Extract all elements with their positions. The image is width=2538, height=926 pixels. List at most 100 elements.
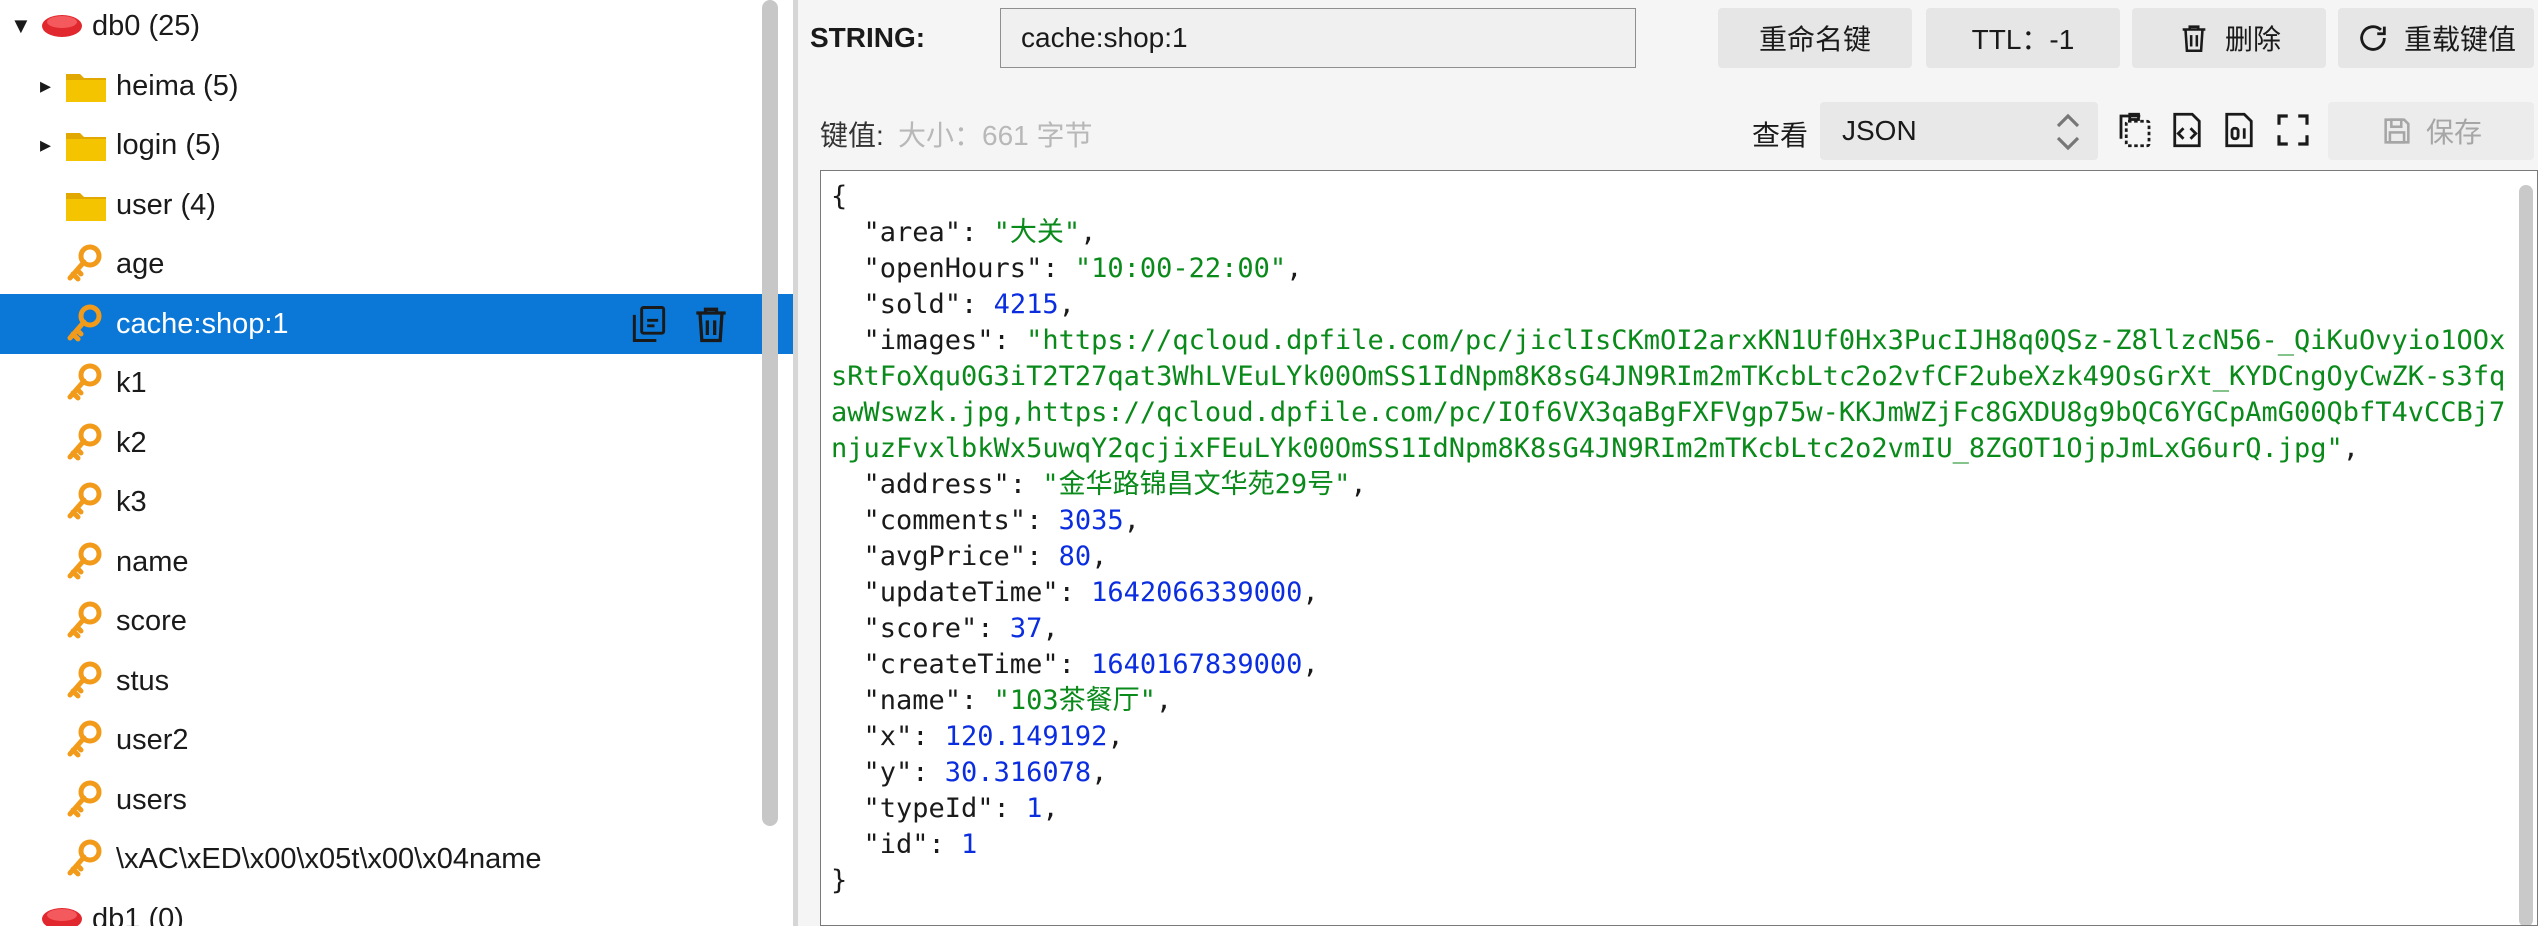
key-icon	[64, 363, 108, 403]
json-line: "area": "大关",	[831, 215, 2511, 251]
tree-row-label: age	[116, 248, 165, 281]
json-token: "comments":	[831, 505, 1059, 536]
tree-folder-row[interactable]: ▸ heima (5)	[0, 56, 793, 116]
rename-key-button[interactable]: 重命名键	[1718, 8, 1912, 68]
key-icon	[64, 482, 108, 522]
key-icon	[64, 423, 108, 463]
tree-key-row[interactable]: users	[0, 770, 793, 830]
tree-key-row[interactable]: \xAC\xED\x00\x05t\x00\x04name	[0, 829, 793, 889]
tree-key-row[interactable]: score	[0, 591, 793, 651]
json-token: ,	[1058, 289, 1075, 320]
expand-toggle-icon[interactable]: ▸	[40, 134, 51, 156]
tree-folder-row[interactable]: ▸ login (5)	[0, 115, 793, 175]
json-token: "address":	[831, 469, 1043, 500]
reload-button[interactable]: 重载键值	[2338, 8, 2534, 68]
tree-database-row[interactable]: ▼ db0 (25)	[0, 0, 793, 56]
folder-icon	[64, 185, 108, 225]
tree-row-label: name	[116, 545, 189, 578]
json-token: "sold":	[831, 289, 994, 320]
tree-folder-row[interactable]: user (4)	[0, 175, 793, 235]
json-token: ,	[1107, 721, 1124, 752]
expand-toggle-icon[interactable]: ▼	[10, 15, 32, 37]
tree-row-label: login (5)	[116, 129, 221, 162]
code-format-icon[interactable]	[2166, 108, 2208, 152]
json-token: "id":	[831, 829, 962, 860]
json-token: "score":	[831, 613, 1010, 644]
save-icon	[2384, 118, 2410, 144]
tree-key-row[interactable]: age	[0, 234, 793, 294]
tree-key-row[interactable]: k1	[0, 353, 793, 413]
fullscreen-icon[interactable]	[2272, 108, 2314, 152]
json-token: ,	[1123, 505, 1140, 536]
tree-row-label: score	[116, 605, 187, 638]
json-number: 3035	[1058, 505, 1124, 536]
trash-icon[interactable]	[689, 302, 733, 346]
json-line: "address": "金华路锦昌文华苑29号",	[831, 467, 2511, 503]
key-name-input[interactable]: cache:shop:1	[1000, 8, 1636, 68]
binary-format-icon[interactable]	[2218, 108, 2260, 152]
json-line: "sold": 4215,	[831, 287, 2511, 323]
tree-row-label: db0 (25)	[92, 10, 201, 42]
json-line: "createTime": 1640167839000,	[831, 647, 2511, 683]
folder-icon	[64, 66, 108, 106]
json-line: "x": 120.149192,	[831, 719, 2511, 755]
json-number: 1642066339000	[1091, 577, 1303, 608]
json-line: "openHours": "10:00-22:00",	[831, 251, 2511, 287]
json-token: {	[831, 181, 848, 212]
key-type-label: STRING:	[810, 22, 926, 53]
tree-database-row[interactable]: db1 (0)	[0, 889, 793, 926]
tree-key-row[interactable]: name	[0, 532, 793, 592]
json-number: 4215	[993, 289, 1059, 320]
tree-key-row[interactable]: user2	[0, 710, 793, 770]
json-string: "10:00-22:00"	[1074, 253, 1287, 284]
json-line: sRtFoXqu0G3iT2T27qat3WhLVEuLYk00OmSS1IdN…	[831, 359, 2511, 395]
json-number: 37	[1009, 613, 1043, 644]
json-token: ,	[1286, 253, 1303, 284]
json-line: "comments": 3035,	[831, 503, 2511, 539]
value-editor[interactable]: { "area": "大关", "openHours": "10:00-22:0…	[820, 170, 2538, 926]
rename-key-label: 重命名键	[1758, 24, 1871, 55]
format-select[interactable]: JSON	[1820, 102, 2098, 160]
json-token: ,	[1155, 685, 1173, 716]
json-string: "金华路锦昌文华苑29号"	[1042, 469, 1351, 500]
tree-row-label: user (4)	[116, 188, 216, 221]
tree-key-row[interactable]: k2	[0, 413, 793, 473]
json-string: "103茶餐厅"	[993, 685, 1156, 716]
key-icon	[64, 720, 108, 760]
copy-icon[interactable]	[627, 302, 671, 346]
json-line: "images": "https://qcloud.dpfile.com/pc/…	[831, 323, 2511, 359]
row-actions	[627, 302, 733, 346]
json-string: sRtFoXqu0G3iT2T27qat3WhLVEuLYk00OmSS1IdN…	[831, 361, 2506, 392]
tree-row-label: k1	[116, 367, 147, 400]
value-panel: STRING: cache:shop:1 重命名键 TTL：-1 删除 重载键值…	[798, 0, 2538, 926]
tree-key-row[interactable]: cache:shop:1	[0, 293, 793, 354]
json-number: 1	[961, 829, 978, 860]
json-string: njuzFvxlbkWx5uwqY2qcjixFEuLYk00OmSS1IdNp…	[831, 433, 2343, 464]
tree-row-label: cache:shop:1	[116, 307, 289, 340]
tree-key-row[interactable]: stus	[0, 651, 793, 711]
copy-value-icon[interactable]	[2114, 108, 2156, 152]
json-number: 1640167839000	[1091, 649, 1303, 680]
json-number: 120.149192	[944, 721, 1108, 752]
json-code: { "area": "大关", "openHours": "10:00-22:0…	[821, 171, 2511, 899]
editor-scrollbar[interactable]	[2519, 185, 2533, 925]
tree-row-label: db1 (0)	[92, 902, 184, 926]
ttl-label: TTL：-1	[1971, 24, 2075, 55]
save-label: 保存	[2425, 117, 2482, 148]
json-line: {	[831, 179, 2511, 215]
value-label: 键值:	[820, 120, 884, 151]
json-token: ,	[1042, 613, 1059, 644]
json-token: "y":	[831, 757, 945, 788]
tree-row-label: stus	[116, 664, 170, 697]
tree-scrollbar[interactable]	[762, 0, 778, 826]
save-button[interactable]: 保存	[2328, 102, 2534, 160]
expand-toggle-icon[interactable]: ▸	[40, 74, 51, 97]
json-token: ,	[1080, 217, 1097, 248]
tree-key-row[interactable]: k3	[0, 472, 793, 532]
json-token: ,	[1091, 541, 1108, 572]
key-icon	[64, 244, 108, 284]
tree-row-label: k2	[116, 426, 147, 459]
key-tree: ▼ db0 (25) ▸ heima (5) ▸ login (5) user (4) age…	[0, 0, 793, 926]
delete-button[interactable]: 删除	[2132, 8, 2326, 68]
ttl-button[interactable]: TTL：-1	[1926, 8, 2120, 68]
